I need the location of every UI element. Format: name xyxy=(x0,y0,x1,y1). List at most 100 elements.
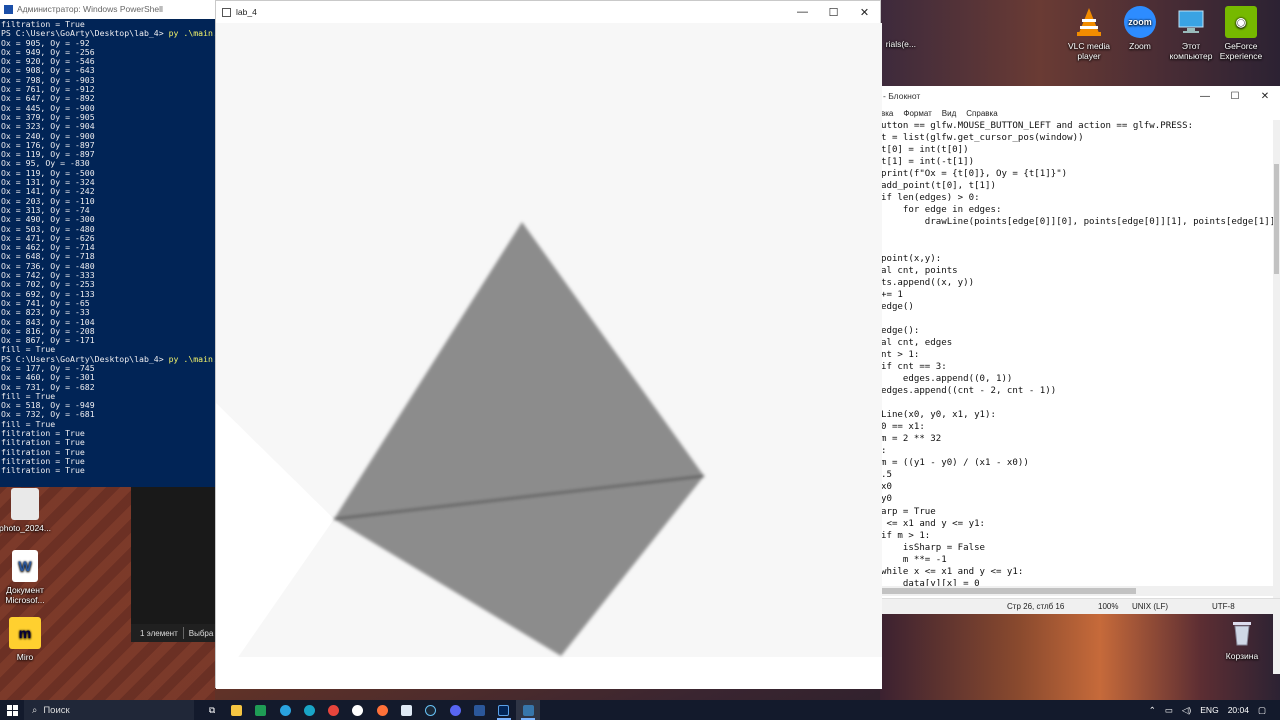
vertical-scrollbar[interactable] xyxy=(1273,120,1280,674)
network-icon[interactable]: ▭ xyxy=(1165,705,1173,716)
system-tray: ⌃ ▭ ◁) ENG 20:04 ▢ xyxy=(1149,705,1280,716)
desktop-icon-label: photo_2024... xyxy=(0,523,51,533)
code-line: edge(): xyxy=(881,325,920,336)
code-line: <= x1 and y <= y1: xyxy=(881,518,986,529)
code-line: arp = True xyxy=(881,506,936,517)
task-view-button[interactable]: ⧉ xyxy=(200,700,224,720)
search-label: Поиск xyxy=(43,704,70,716)
taskbar-chrome[interactable] xyxy=(321,700,345,720)
minimize-button[interactable]: — xyxy=(1190,86,1220,106)
task-view-icon: ⧉ xyxy=(208,704,216,715)
menu-help[interactable]: Справка xyxy=(966,109,997,118)
code-line: add_point(t[0], t[1]) xyxy=(881,181,996,192)
taskbar-excel[interactable] xyxy=(249,700,273,720)
taskbar-discord[interactable] xyxy=(443,700,467,720)
code-line: edge() xyxy=(881,301,914,312)
start-button[interactable] xyxy=(0,700,24,720)
menu-edit[interactable]: вка xyxy=(881,109,893,118)
code-line: while x <= x1 and y <= y1: xyxy=(881,566,1024,577)
code-line: point(x,y): xyxy=(881,253,942,264)
minimize-button[interactable]: — xyxy=(787,1,818,23)
taskbar-apps: ⧉ xyxy=(200,700,541,720)
code-line: x0 xyxy=(881,482,892,493)
telegram-icon xyxy=(279,704,291,716)
menu-view[interactable]: Вид xyxy=(942,109,956,118)
code-line: edges.append((0, 1)) xyxy=(881,373,1013,384)
chrome-icon xyxy=(328,704,340,716)
nvidia-icon: ◉ xyxy=(1225,6,1257,38)
clock[interactable]: 20:04 xyxy=(1228,705,1249,715)
volume-icon[interactable]: ◁) xyxy=(1182,705,1191,716)
code-line: += 1 xyxy=(881,289,903,300)
close-button[interactable]: ✕ xyxy=(849,1,880,23)
taskbar-telegram[interactable] xyxy=(273,700,297,720)
explorer-window-fragment[interactable] xyxy=(131,487,215,642)
code-line: al cnt, points xyxy=(881,265,958,276)
scrollbar-thumb[interactable] xyxy=(1274,164,1279,274)
canvas-bottom-region xyxy=(216,657,882,689)
notepad-menubar: вка Формат Вид Справка xyxy=(881,106,1280,120)
code-line: ts.append((x, y)) xyxy=(881,277,975,288)
code-line: isSharp = False xyxy=(881,542,986,553)
code-line: if len(edges) > 0: xyxy=(881,193,980,204)
desktop-icon-miro[interactable]: m Miro xyxy=(0,617,56,662)
menu-format[interactable]: Формат xyxy=(903,109,931,118)
firefox-icon xyxy=(376,704,388,716)
discord-icon xyxy=(449,704,461,716)
taskbar: ⌕ Поиск ⧉ ⌃ ▭ ◁) ENG 20:04 ▢ xyxy=(0,700,1280,720)
desktop-icon-word[interactable]: W Документ Microsof... xyxy=(0,550,56,605)
taskbar-firefox[interactable] xyxy=(370,700,394,720)
taskbar-python[interactable] xyxy=(515,700,541,720)
miro-icon: m xyxy=(9,617,41,649)
window-icon xyxy=(222,7,231,17)
opengl-canvas[interactable] xyxy=(216,23,882,689)
word-document-icon: W xyxy=(12,550,38,582)
powershell-window[interactable]: Администратор: Windows PowerShell filtra… xyxy=(0,0,215,487)
maximize-button[interactable]: ☐ xyxy=(1220,86,1250,106)
explorer-statusbar: 1 элемент Выбра xyxy=(131,624,215,642)
search-icon: ⌕ xyxy=(32,704,38,716)
steam-icon xyxy=(425,704,437,716)
folder-icon xyxy=(230,704,242,716)
scrollbar-thumb[interactable] xyxy=(881,588,1136,594)
notepad-icon xyxy=(401,704,413,716)
powershell-titlebar[interactable]: Администратор: Windows PowerShell xyxy=(0,0,215,19)
code-line: y0 xyxy=(881,494,892,505)
zoom-level: 100% xyxy=(1098,602,1119,611)
taskbar-word[interactable] xyxy=(467,700,491,720)
lab4-title: lab_4 xyxy=(236,7,257,17)
code-line: m **= -1 xyxy=(881,554,947,565)
chevron-up-icon[interactable]: ⌃ xyxy=(1149,705,1156,716)
taskbar-powershell[interactable] xyxy=(492,700,516,720)
code-line: m = ((y1 - y0) / (x1 - x0)) xyxy=(881,458,1029,469)
notifications-icon[interactable]: ▢ xyxy=(1258,705,1266,716)
taskbar-edge[interactable] xyxy=(297,700,321,720)
powershell-output[interactable]: filtration = True PS C:\Users\GoArty\Desk… xyxy=(0,19,215,477)
taskbar-notepad[interactable] xyxy=(394,700,418,720)
desktop-icon-geforce[interactable]: ◉ GeForce Experience xyxy=(1210,6,1272,61)
explorer-item-count: 1 элемент xyxy=(140,628,178,638)
lab4-titlebar[interactable]: lab_4 — ☐ ✕ xyxy=(216,1,880,23)
horizontal-scrollbar[interactable] xyxy=(881,586,1273,596)
lab4-window[interactable]: lab_4 — ☐ ✕ xyxy=(215,0,882,689)
python-icon xyxy=(522,704,534,716)
desktop-icon-photo[interactable]: photo_2024... xyxy=(0,488,56,533)
explorer-selected: Выбра xyxy=(188,628,214,638)
code-line: edges.append((cnt - 2, cnt - 1)) xyxy=(881,386,1057,397)
taskbar-explorer[interactable] xyxy=(224,700,248,720)
language-indicator[interactable]: ENG xyxy=(1200,705,1218,715)
image-file-icon xyxy=(11,488,39,520)
notepad-titlebar[interactable]: - Блокнот — ☐ ✕ xyxy=(881,86,1280,106)
zoom-icon: zoom xyxy=(1124,6,1156,38)
taskbar-search[interactable]: ⌕ Поиск xyxy=(24,700,194,720)
taskbar-yandex[interactable] xyxy=(346,700,370,720)
notepad-statusbar: Стр 26, стлб 16 100% UNIX (LF) UTF-8 xyxy=(881,598,1280,614)
close-button[interactable]: ✕ xyxy=(1250,86,1280,106)
maximize-button[interactable]: ☐ xyxy=(818,1,849,23)
windows-logo-icon xyxy=(6,704,18,716)
line-ending: UNIX (LF) xyxy=(1132,602,1168,611)
taskbar-steam[interactable] xyxy=(419,700,443,720)
notepad-window[interactable]: - Блокнот — ☐ ✕ вка Формат Вид Справка u… xyxy=(881,86,1280,674)
